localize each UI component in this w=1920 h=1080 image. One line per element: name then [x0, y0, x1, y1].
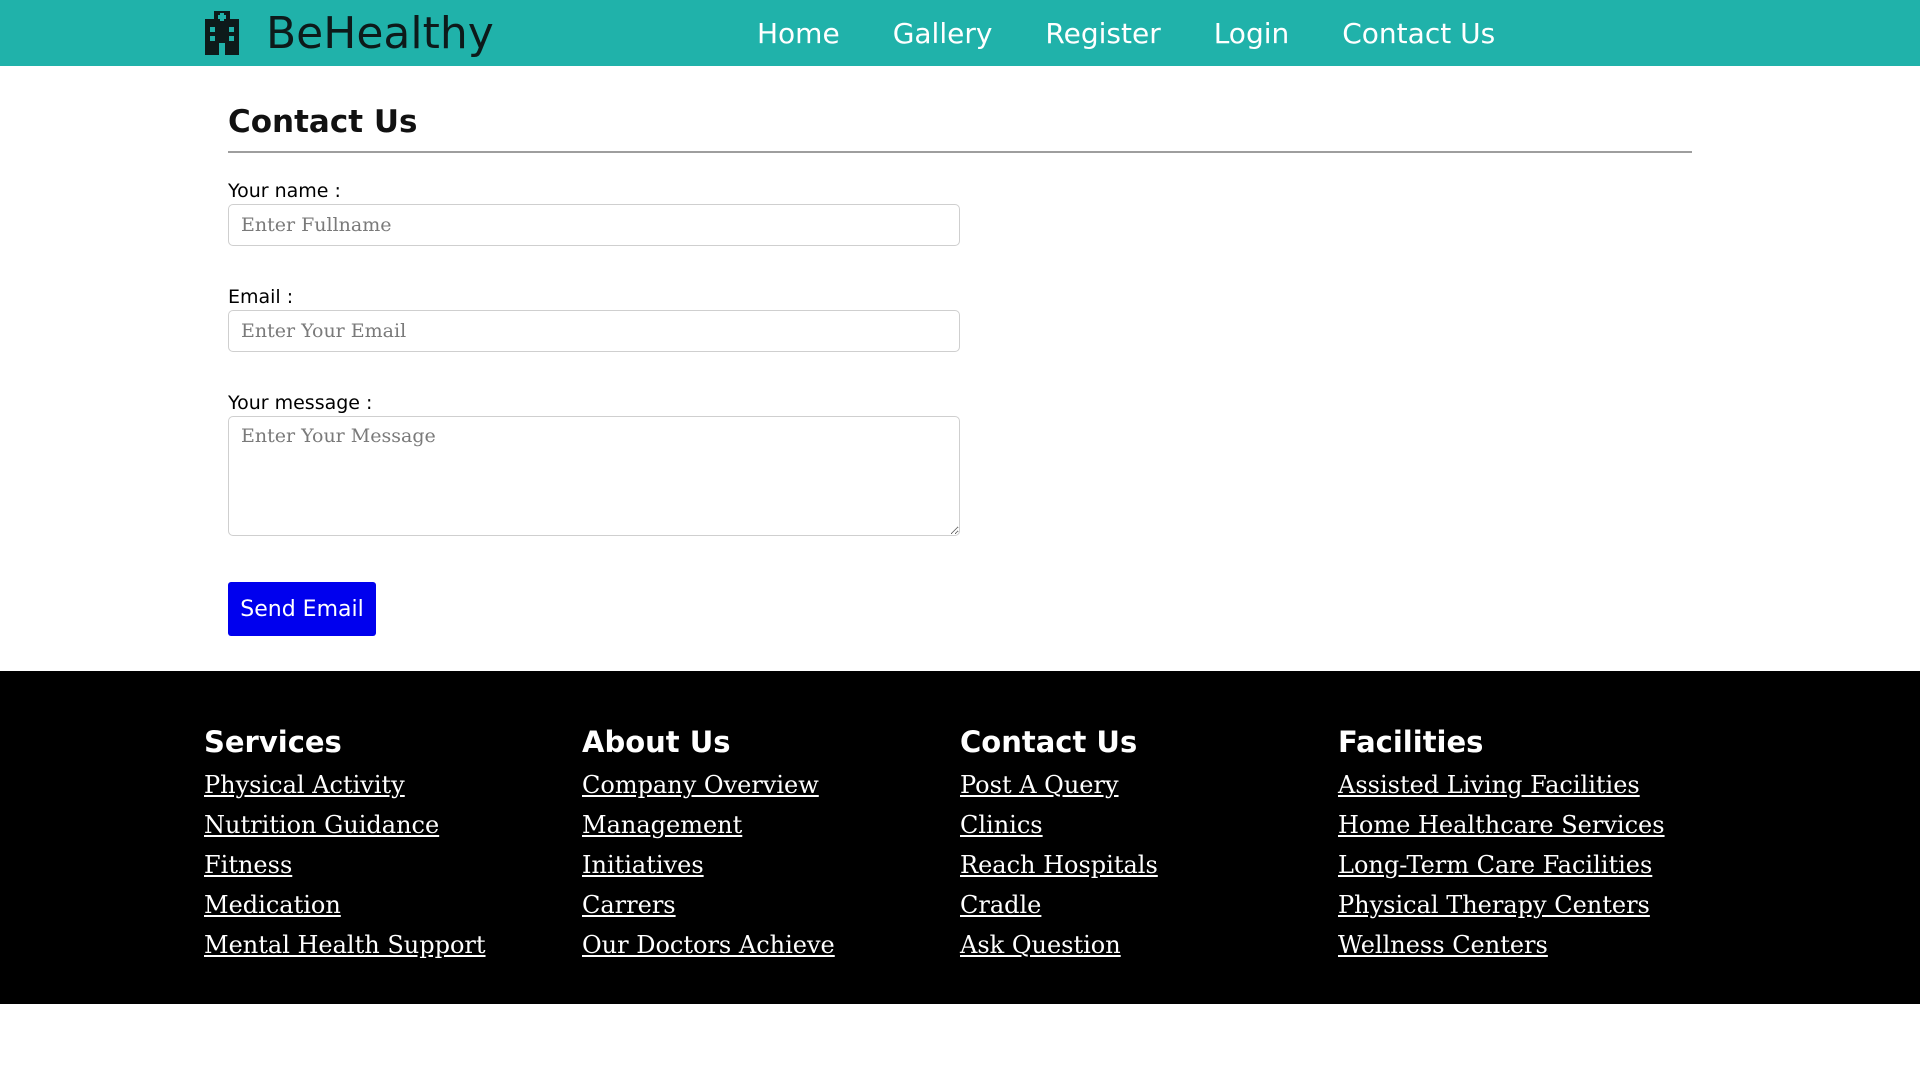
- contact-section: Contact Us Your name : Email : Your mess…: [228, 100, 1692, 636]
- footer-link[interactable]: Long-Term Care Facilities: [1338, 845, 1665, 885]
- nav-contact-us[interactable]: Contact Us: [1342, 17, 1495, 50]
- nav-register[interactable]: Register: [1045, 17, 1160, 50]
- main-nav: Home Gallery Register Login Contact Us: [757, 0, 1495, 66]
- footer-heading: About Us: [582, 725, 731, 759]
- title-divider: [228, 151, 1692, 153]
- page-title: Contact Us: [228, 104, 418, 140]
- email-label: Email :: [228, 286, 294, 308]
- message-group: Your message :: [228, 390, 960, 536]
- name-group: Your name :: [228, 178, 960, 246]
- footer-link[interactable]: Ask Question: [960, 925, 1158, 965]
- footer-link[interactable]: Wellness Centers: [1338, 925, 1665, 965]
- footer-link[interactable]: Clinics: [960, 805, 1158, 845]
- top-navbar: BeHealthy Home Gallery Register Login Co…: [0, 0, 1920, 66]
- nav-home[interactable]: Home: [757, 17, 840, 50]
- footer-link[interactable]: Physical Activity: [204, 765, 486, 805]
- footer-column-services: Services Physical Activity Nutrition Gui…: [204, 723, 486, 965]
- footer-link[interactable]: Reach Hospitals: [960, 845, 1158, 885]
- footer-link[interactable]: Company Overview: [582, 765, 835, 805]
- name-input[interactable]: [228, 204, 960, 246]
- brand[interactable]: BeHealthy: [203, 0, 494, 66]
- footer-column-about-us: About Us Company Overview Management Ini…: [582, 723, 835, 965]
- email-input[interactable]: [228, 310, 960, 352]
- footer-heading: Services: [204, 725, 342, 759]
- footer-link[interactable]: Home Healthcare Services: [1338, 805, 1665, 845]
- footer-link[interactable]: Physical Therapy Centers: [1338, 885, 1665, 925]
- footer-heading: Contact Us: [960, 725, 1138, 759]
- footer-link[interactable]: Cradle: [960, 885, 1158, 925]
- footer-link[interactable]: Assisted Living Facilities: [1338, 765, 1665, 805]
- nav-gallery[interactable]: Gallery: [893, 17, 993, 50]
- footer-heading: Facilities: [1338, 725, 1484, 759]
- footer-link[interactable]: Mental Health Support: [204, 925, 486, 965]
- site-footer: Services Physical Activity Nutrition Gui…: [0, 671, 1920, 1004]
- footer-column-contact-us: Contact Us Post A Query Clinics Reach Ho…: [960, 723, 1158, 965]
- nav-login[interactable]: Login: [1214, 17, 1290, 50]
- message-label: Your message :: [228, 392, 373, 414]
- footer-column-facilities: Facilities Assisted Living Facilities Ho…: [1338, 723, 1665, 965]
- footer-link[interactable]: Management: [582, 805, 835, 845]
- email-group: Email :: [228, 284, 960, 352]
- footer-link[interactable]: Initiatives: [582, 845, 835, 885]
- footer-link[interactable]: Nutrition Guidance: [204, 805, 486, 845]
- name-label: Your name :: [228, 180, 341, 202]
- footer-link[interactable]: Carrers: [582, 885, 835, 925]
- message-textarea[interactable]: [228, 416, 960, 536]
- footer-link[interactable]: Fitness: [204, 845, 486, 885]
- hospital-building-icon: [205, 11, 239, 55]
- footer-link[interactable]: Our Doctors Achieve: [582, 925, 835, 965]
- footer-link[interactable]: Post A Query: [960, 765, 1158, 805]
- footer-link[interactable]: Medication: [204, 885, 486, 925]
- send-email-button[interactable]: Send Email: [228, 582, 376, 636]
- brand-name: BeHealthy: [266, 7, 494, 59]
